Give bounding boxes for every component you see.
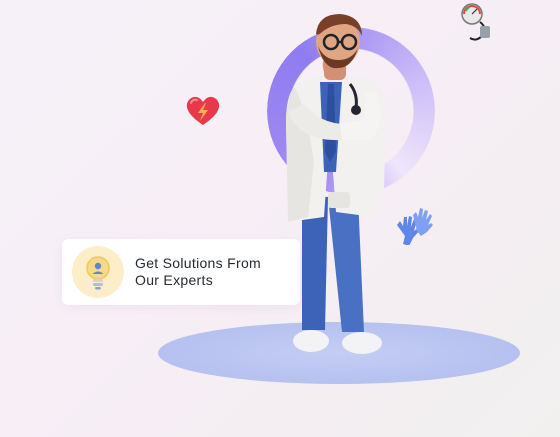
heart-icon bbox=[186, 96, 220, 125]
card-text: Get Solutions From Our Experts bbox=[135, 255, 285, 289]
doctor-figure bbox=[286, 14, 386, 354]
solutions-card[interactable]: Get Solutions From Our Experts bbox=[62, 239, 300, 305]
blood-pressure-gauge-icon bbox=[461, 3, 490, 41]
hero-illustration: Get Solutions From Our Experts bbox=[0, 0, 560, 437]
lightbulb-icon bbox=[72, 246, 124, 298]
card-text-line-1: Get Solutions From bbox=[135, 255, 261, 271]
card-text-line-2: Our Experts bbox=[135, 272, 213, 288]
